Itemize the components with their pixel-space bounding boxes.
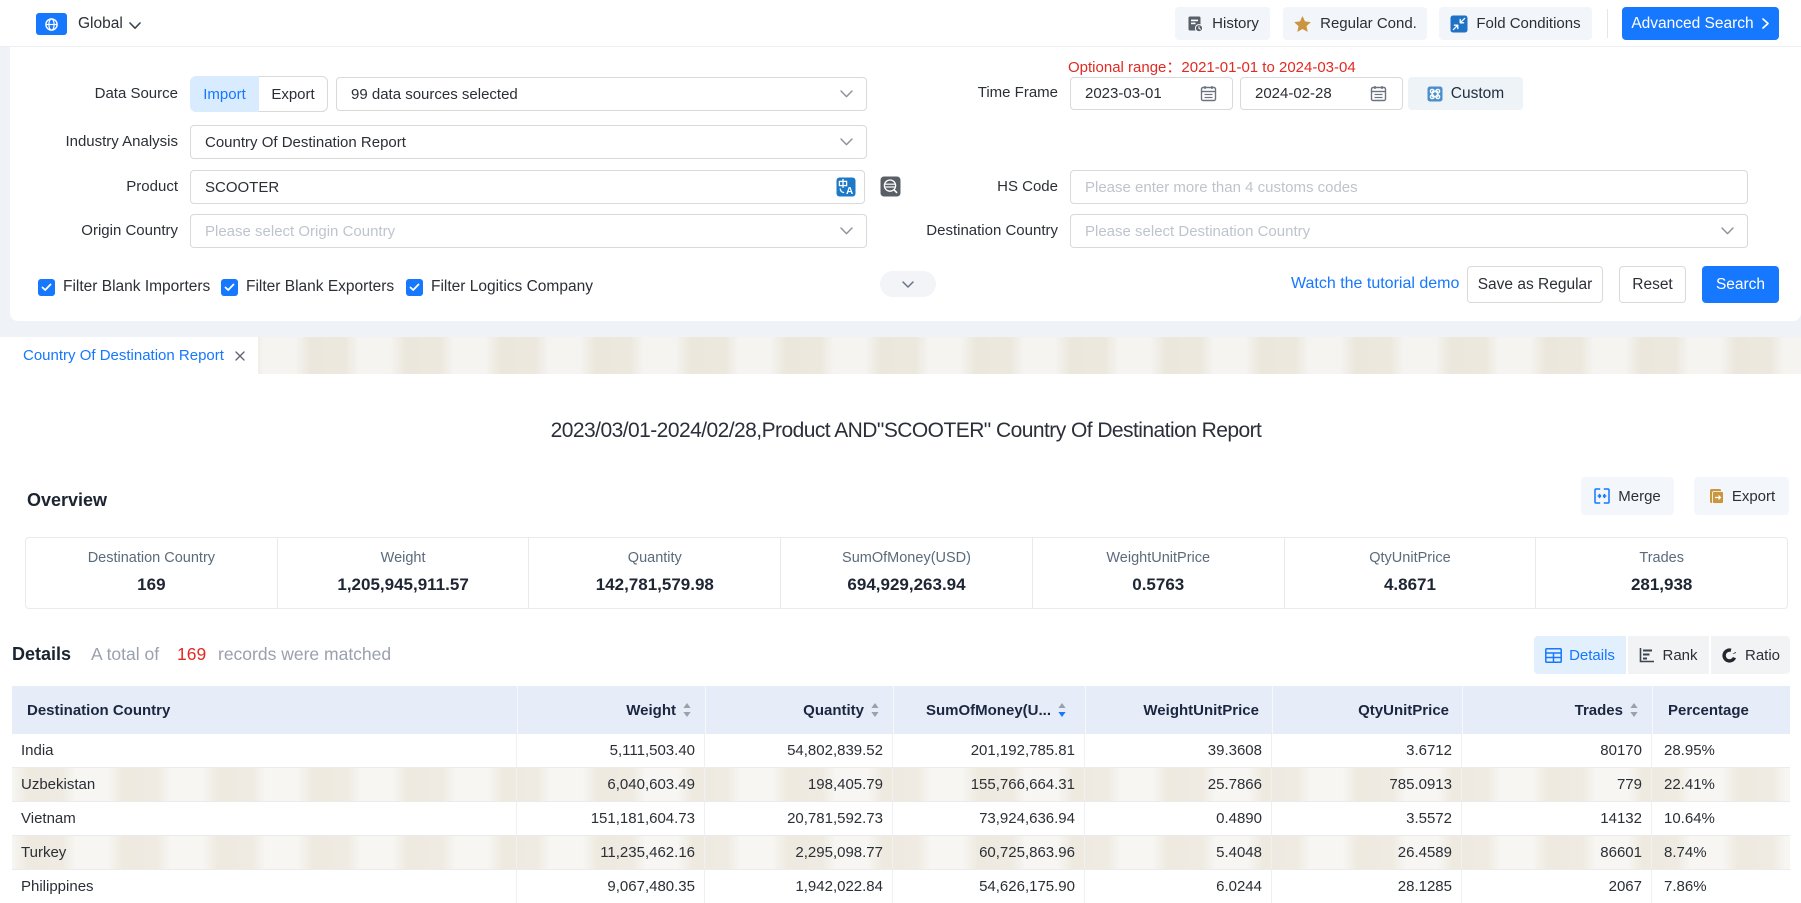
svg-text:A: A — [846, 186, 853, 197]
